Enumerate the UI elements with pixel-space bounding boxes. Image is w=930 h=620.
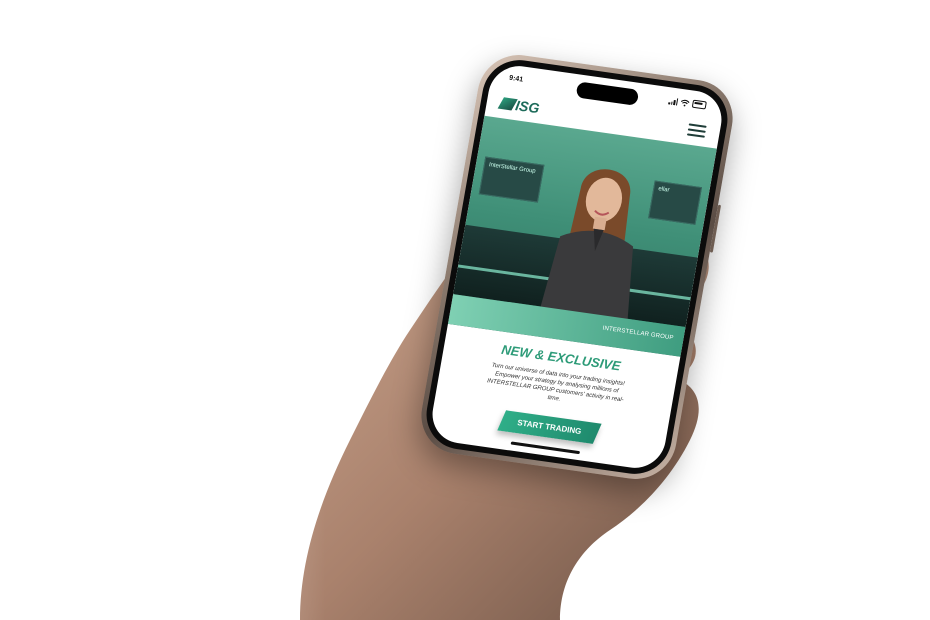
studio-panel-text-left: InterStellar Group [488, 162, 537, 175]
battery-icon [691, 99, 707, 110]
hamburger-menu-icon[interactable] [686, 123, 707, 138]
status-icons [668, 96, 707, 110]
wifi-icon [680, 99, 690, 106]
hero-banner: InterStellar Group ellar INTERSTELLAR GR… [447, 115, 717, 357]
start-trading-button[interactable]: START TRADING [496, 410, 601, 445]
scene: 9:41 ISG InterStellar Group ellar INTERS… [0, 0, 930, 620]
start-trading-label: START TRADING [516, 418, 582, 437]
studio-screen-left: InterStellar Group [478, 156, 545, 203]
isg-logo[interactable]: ISG [497, 95, 541, 117]
status-time: 9:41 [508, 74, 524, 84]
signal-icon [668, 97, 679, 105]
logo-text: ISG [514, 97, 541, 117]
